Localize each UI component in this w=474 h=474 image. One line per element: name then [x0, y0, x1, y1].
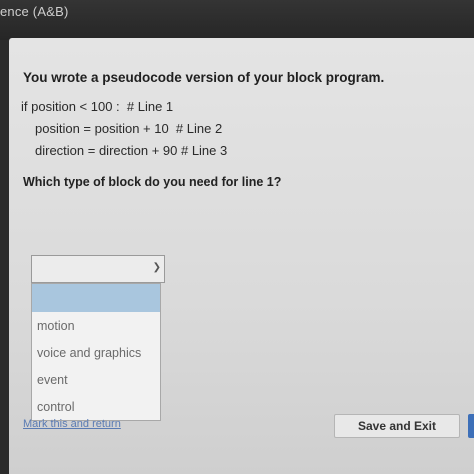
- question-prompt: Which type of block do you need for line…: [23, 175, 282, 189]
- question-title: You wrote a pseudocode version of your b…: [23, 70, 385, 85]
- dropdown-list: motion voice and graphics event control: [31, 283, 161, 421]
- window-title: ence (A&B): [0, 4, 69, 19]
- dropdown-option-control[interactable]: control: [37, 400, 75, 414]
- window-title-bar: ence (A&B): [0, 0, 474, 40]
- dropdown-option-voice-and-graphics[interactable]: voice and graphics: [37, 346, 141, 360]
- dropdown-option-motion[interactable]: motion: [37, 319, 75, 333]
- block-type-select[interactable]: ❯: [31, 255, 165, 283]
- mark-and-return-link[interactable]: Mark this and return: [23, 418, 121, 430]
- pseudocode-block: if position < 100 : # Line 1 position = …: [21, 96, 227, 162]
- dropdown-option-blank[interactable]: [32, 284, 160, 312]
- code-line-3: direction = direction + 90 # Line 3: [35, 143, 228, 158]
- chevron-down-icon: ❯: [152, 262, 161, 273]
- question-panel: You wrote a pseudocode version of your b…: [9, 38, 474, 474]
- save-and-exit-button[interactable]: Save and Exit: [334, 414, 460, 438]
- next-button[interactable]: [468, 414, 474, 438]
- code-line-2: position = position + 10 # Line 2: [35, 121, 223, 136]
- code-line-1: if position < 100 : # Line 1: [21, 99, 174, 114]
- dropdown-option-event[interactable]: event: [37, 373, 68, 387]
